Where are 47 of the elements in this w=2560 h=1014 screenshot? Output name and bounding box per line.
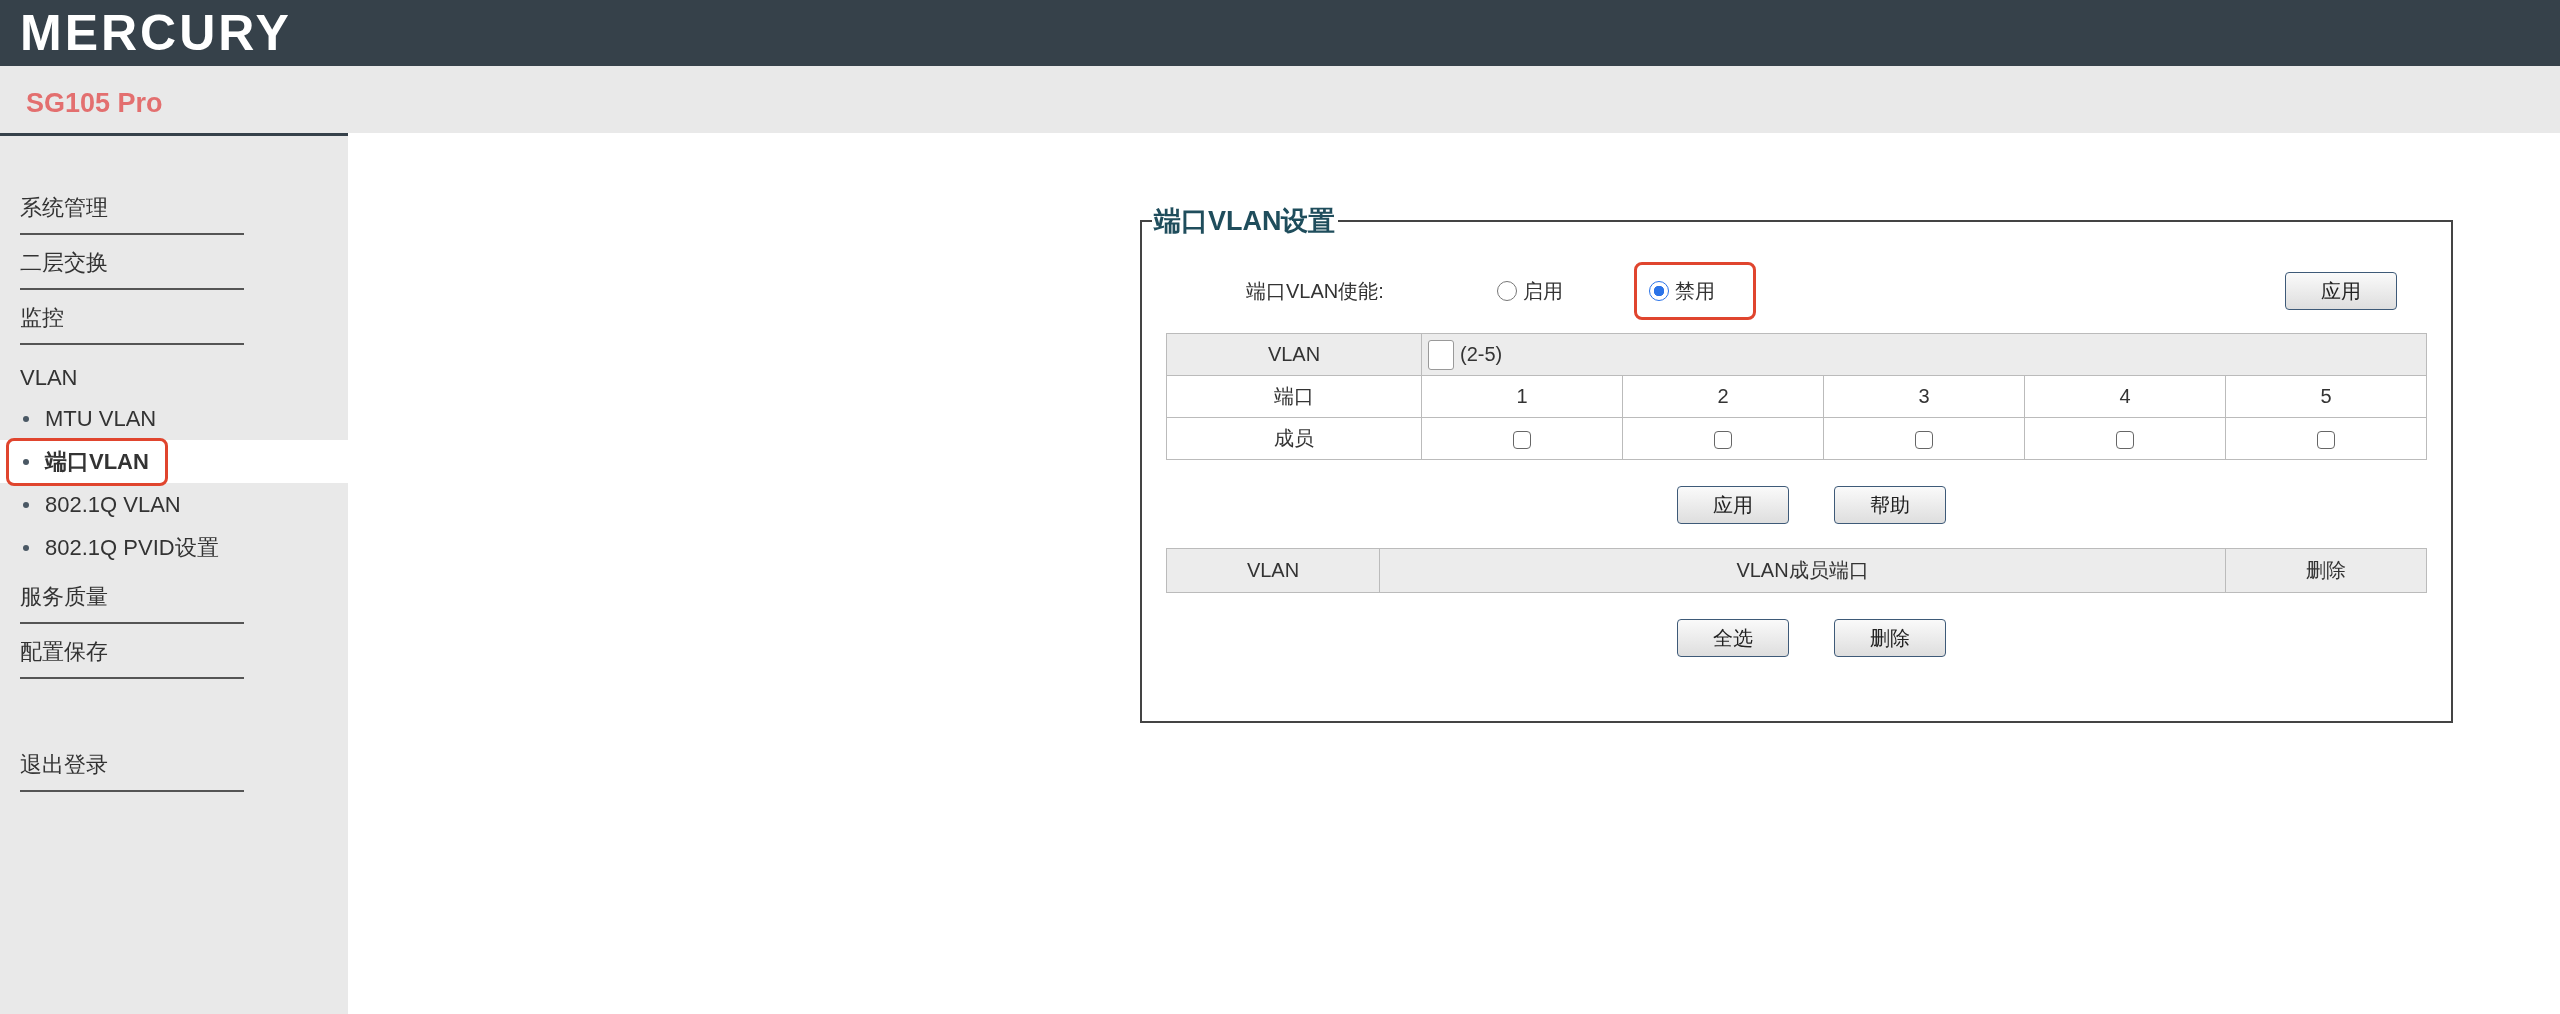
model-name: SG105 Pro <box>26 87 163 119</box>
column-header: 删除 <box>2225 548 2427 593</box>
table-cell: 成员 <box>1166 417 1422 460</box>
radio-button[interactable] <box>1649 281 1669 301</box>
submenu-item[interactable]: 端口VLAN <box>6 437 168 486</box>
logo-text: MERCURY <box>20 4 292 62</box>
column-header: VLAN成员端口 <box>1379 548 2226 593</box>
logout-link[interactable]: 退出登录 <box>20 750 244 792</box>
checkbox[interactable] <box>2317 430 2335 449</box>
submenu-label: MTU VLAN <box>45 405 157 432</box>
radio-button[interactable] <box>1497 281 1517 301</box>
table-cell: 端口 <box>1166 375 1422 418</box>
table-cell: 1 <box>1421 375 1623 418</box>
checkbox[interactable] <box>1714 430 1732 449</box>
bullet-icon <box>23 458 29 465</box>
table-cell: VLAN <box>1166 333 1422 376</box>
enable-label: 端口VLAN使能: <box>1246 278 1385 304</box>
bullet-icon <box>23 415 29 422</box>
menu-item[interactable]: 配置保存 <box>20 637 244 679</box>
menu-item[interactable]: 系统管理 <box>20 193 244 235</box>
table-cell: 5 <box>2225 375 2427 418</box>
apply-button[interactable]: 应用 <box>2285 272 2397 310</box>
range-hint: (2-5) <box>1460 343 1503 366</box>
radio-option[interactable]: 禁用 <box>1634 262 1756 320</box>
column-header: VLAN <box>1166 548 1380 593</box>
menu-item[interactable]: 服务质量 <box>20 582 244 624</box>
bullet-icon <box>23 501 29 508</box>
checkbox[interactable] <box>2116 430 2134 449</box>
vlan-input-field[interactable] <box>1428 339 1454 370</box>
submenu-label: 802.1Q VLAN <box>45 491 181 518</box>
submenu-label: 802.1Q PVID设置 <box>45 533 219 562</box>
table-cell: 4 <box>2024 375 2226 418</box>
submenu-label: 端口VLAN <box>45 447 149 476</box>
panel-title: 端口VLAN设置 <box>1152 205 1337 238</box>
checkbox[interactable] <box>1513 430 1531 449</box>
radio-option[interactable]: 启用 <box>1482 262 1604 320</box>
action-button[interactable]: 删除 <box>1834 619 1946 657</box>
menu-item[interactable]: 监控 <box>20 303 244 345</box>
action-button[interactable]: 应用 <box>1677 486 1789 524</box>
table-cell: 2 <box>1622 375 1824 418</box>
menu-group-label[interactable]: VLAN <box>20 365 78 391</box>
action-button[interactable]: 全选 <box>1677 619 1789 657</box>
bullet-icon <box>23 544 29 551</box>
table-cell: 3 <box>1823 375 2025 418</box>
checkbox[interactable] <box>1915 430 1933 449</box>
menu-item[interactable]: 二层交换 <box>20 248 244 290</box>
action-button[interactable]: 帮助 <box>1834 486 1946 524</box>
